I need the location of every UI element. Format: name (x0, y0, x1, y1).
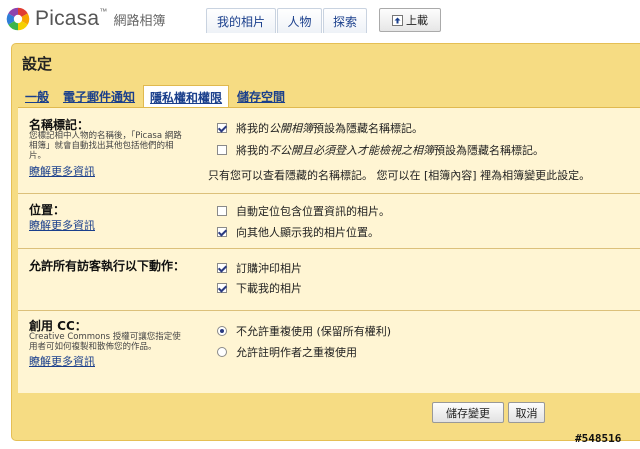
auto-geotag-label: 自動定位包含位置資訊的相片。 (236, 205, 390, 218)
hide-tags-public-option[interactable]: 將我的公開相簿預設為隱藏名稱標記。 (217, 120, 423, 136)
upload-label: 上載 (406, 14, 428, 27)
settings-title: 設定 (22, 55, 53, 73)
download-photos-option[interactable]: 下載我的相片 (217, 280, 302, 296)
upload-arrow-icon (392, 14, 403, 26)
visitor-permissions-section: 允許所有訪客執行以下動作： 訂購沖印相片 下載我的相片 (18, 248, 640, 311)
name-tags-description: 您標記相中人物的名稱後，「Picasa 網路相簿」就會自動找出其他包括他們的相片… (29, 131, 182, 161)
image-id-watermark: #548516 (575, 432, 622, 445)
location-title: 位置： (29, 203, 66, 217)
name-tags-learn-more-link[interactable]: 瞭解更多資訊 (29, 163, 95, 179)
hide-tags-private-checkbox[interactable] (217, 145, 227, 155)
show-location-option[interactable]: 向其他人顯示我的相片位置。 (217, 224, 379, 240)
tab-email-notifications[interactable]: 電子郵件通知 (57, 85, 141, 107)
auto-geotag-option[interactable]: 自動定位包含位置資訊的相片。 (217, 203, 390, 219)
top-bar: Picasa™ 網路相簿 我的相片 人物 探索 上載 (0, 0, 640, 40)
save-changes-button[interactable]: 儲存變更 (432, 402, 504, 423)
hide-tags-public-checkbox[interactable] (217, 123, 227, 133)
visitor-permissions-title: 允許所有訪客執行以下動作： (29, 259, 186, 273)
attribution-reuse-radio[interactable] (217, 347, 227, 357)
order-prints-checkbox[interactable] (217, 263, 227, 273)
settings-panel: 設定 一般 電子郵件通知 隱私權和權限 儲存空間 名稱標記： 您標記相中人物的名… (11, 43, 640, 441)
download-photos-checkbox[interactable] (217, 283, 227, 293)
no-reuse-option[interactable]: 不允許重複使用 (保留所有權利) (217, 323, 391, 339)
privacy-settings-content: 名稱標記： 您標記相中人物的名稱後，「Picasa 網路相簿」就會自動找出其他包… (18, 107, 640, 393)
creative-commons-learn-more-link[interactable]: 瞭解更多資訊 (29, 353, 95, 369)
pinwheel-icon (6, 7, 30, 31)
show-location-checkbox[interactable] (217, 227, 227, 237)
creative-commons-section: 創用 CC： Creative Commons 授權可讓您指定使用者可如何複製和… (18, 310, 640, 393)
tab-privacy-permissions[interactable]: 隱私權和權限 (143, 85, 230, 108)
nav-my-photos[interactable]: 我的相片 (206, 8, 276, 33)
hidden-tags-note: 只有您可以查看隱藏的名稱標記。 您可以在 [相簿內容] 裡為相簿變更此設定。 (208, 169, 591, 182)
attribution-reuse-option[interactable]: 允許註明作者之重複使用 (217, 344, 357, 360)
brand-name: Picasa™ (35, 7, 108, 30)
no-reuse-radio[interactable] (217, 326, 227, 336)
nav-explore[interactable]: 探索 (323, 8, 367, 33)
order-prints-option[interactable]: 訂購沖印相片 (217, 260, 302, 276)
show-location-label: 向其他人顯示我的相片位置。 (236, 226, 379, 239)
picasa-logo[interactable]: Picasa™ 網路相簿 (6, 6, 165, 32)
hide-tags-public-label: 將我的公開相簿預設為隱藏名稱標記。 (236, 122, 423, 135)
no-reuse-label: 不允許重複使用 (保留所有權利) (236, 325, 392, 338)
location-section: 位置： 瞭解更多資訊 自動定位包含位置資訊的相片。 向其他人顯示我的相片位置。 (18, 193, 640, 249)
name-tags-section: 名稱標記： 您標記相中人物的名稱後，「Picasa 網路相簿」就會自動找出其他包… (18, 108, 640, 194)
tab-storage[interactable]: 儲存空間 (231, 85, 291, 107)
nav-people[interactable]: 人物 (277, 8, 322, 33)
creative-commons-description: Creative Commons 授權可讓您指定使用者可如何複製和散佈您的作品。 (29, 332, 181, 352)
cancel-button[interactable]: 取消 (508, 402, 545, 423)
hide-tags-private-label: 將我的不公開且必須登入才能檢視之相簿預設為隱藏名稱標記。 (236, 144, 544, 157)
download-photos-label: 下載我的相片 (236, 282, 302, 295)
auto-geotag-checkbox[interactable] (217, 206, 227, 216)
settings-tabs: 一般 電子郵件通知 隱私權和權限 儲存空間 (19, 85, 293, 108)
tab-general[interactable]: 一般 (19, 85, 55, 107)
hide-tags-private-option[interactable]: 將我的不公開且必須登入才能檢視之相簿預設為隱藏名稱標記。 (217, 142, 544, 158)
attribution-reuse-label: 允許註明作者之重複使用 (236, 346, 357, 359)
order-prints-label: 訂購沖印相片 (236, 262, 302, 275)
brand-subtitle: 網路相簿 (113, 13, 166, 29)
upload-button[interactable]: 上載 (379, 8, 441, 32)
location-learn-more-link[interactable]: 瞭解更多資訊 (29, 217, 95, 233)
